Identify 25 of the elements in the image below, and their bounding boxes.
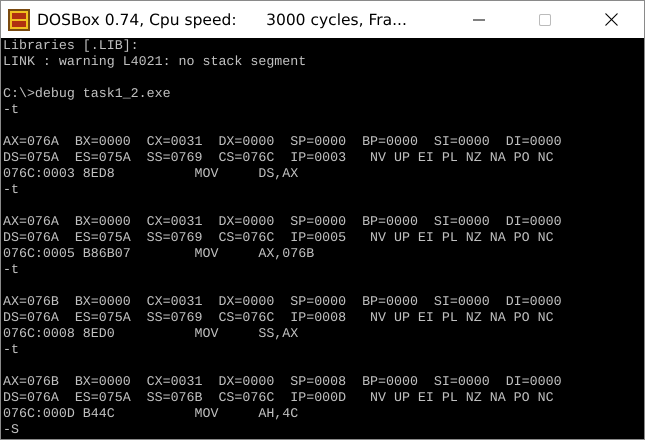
console-line: DS=076A ES=075A SS=0769 CS=076C IP=0008 NV UP EI PL NZ NA PO NC (3, 310, 554, 326)
console-line: C:\>debug task1_2.exe (3, 86, 171, 102)
console-line: LINK : warning L4021: no stack segment (3, 54, 306, 70)
console-line: 076C:0008 8ED0 MOV SS,AX (3, 326, 298, 342)
console-line: -t (3, 342, 19, 358)
console-line: 076C:0005 B86B07 MOV AX,076B (3, 246, 314, 262)
console-line: AX=076B BX=0000 CX=0031 DX=0000 SP=0000 BP=0000 SI=0000 DI=0000 (3, 294, 562, 310)
console-line: DS=076A ES=075A SS=0769 CS=076C IP=0005 NV UP EI PL NZ NA PO NC (3, 230, 554, 246)
close-icon (604, 13, 618, 26)
console-line: 076C:0003 8ED8 MOV DS,AX (3, 166, 298, 182)
console-line: DS=075A ES=075A SS=0769 CS=076C IP=0003 NV UP EI PL NZ NA PO NC (3, 150, 554, 166)
console-line: 076C:000D B44C MOV AH,4C (3, 406, 298, 422)
console-line: AX=076A BX=0000 CX=0031 DX=0000 SP=0000 BP=0000 SI=0000 DI=0000 (3, 214, 562, 230)
console-line: -t (3, 182, 19, 198)
console-line: Libraries [.LIB]: (3, 38, 139, 54)
dosbox-logo-icon (8, 8, 30, 30)
console-line: DS=076A ES=075A SS=076B CS=076C IP=000D NV UP EI PL NZ NA PO NC (3, 390, 554, 406)
minimize-icon (473, 18, 485, 20)
console-line: AX=076A BX=0000 CX=0031 DX=0000 SP=0000 BP=0000 SI=0000 DI=0000 (3, 134, 562, 150)
console-line: -t (3, 102, 19, 118)
console-line: -t (3, 262, 19, 278)
maximize-icon (539, 14, 551, 26)
console-line: -S (3, 422, 19, 438)
console-line: AX=076B BX=0000 CX=0031 DX=0000 SP=0008 BP=0000 SI=0000 DI=0000 (3, 374, 562, 390)
window-title: DOSBox 0.74, Cpu speed: 3000 cycles, Fra... (37, 10, 408, 28)
